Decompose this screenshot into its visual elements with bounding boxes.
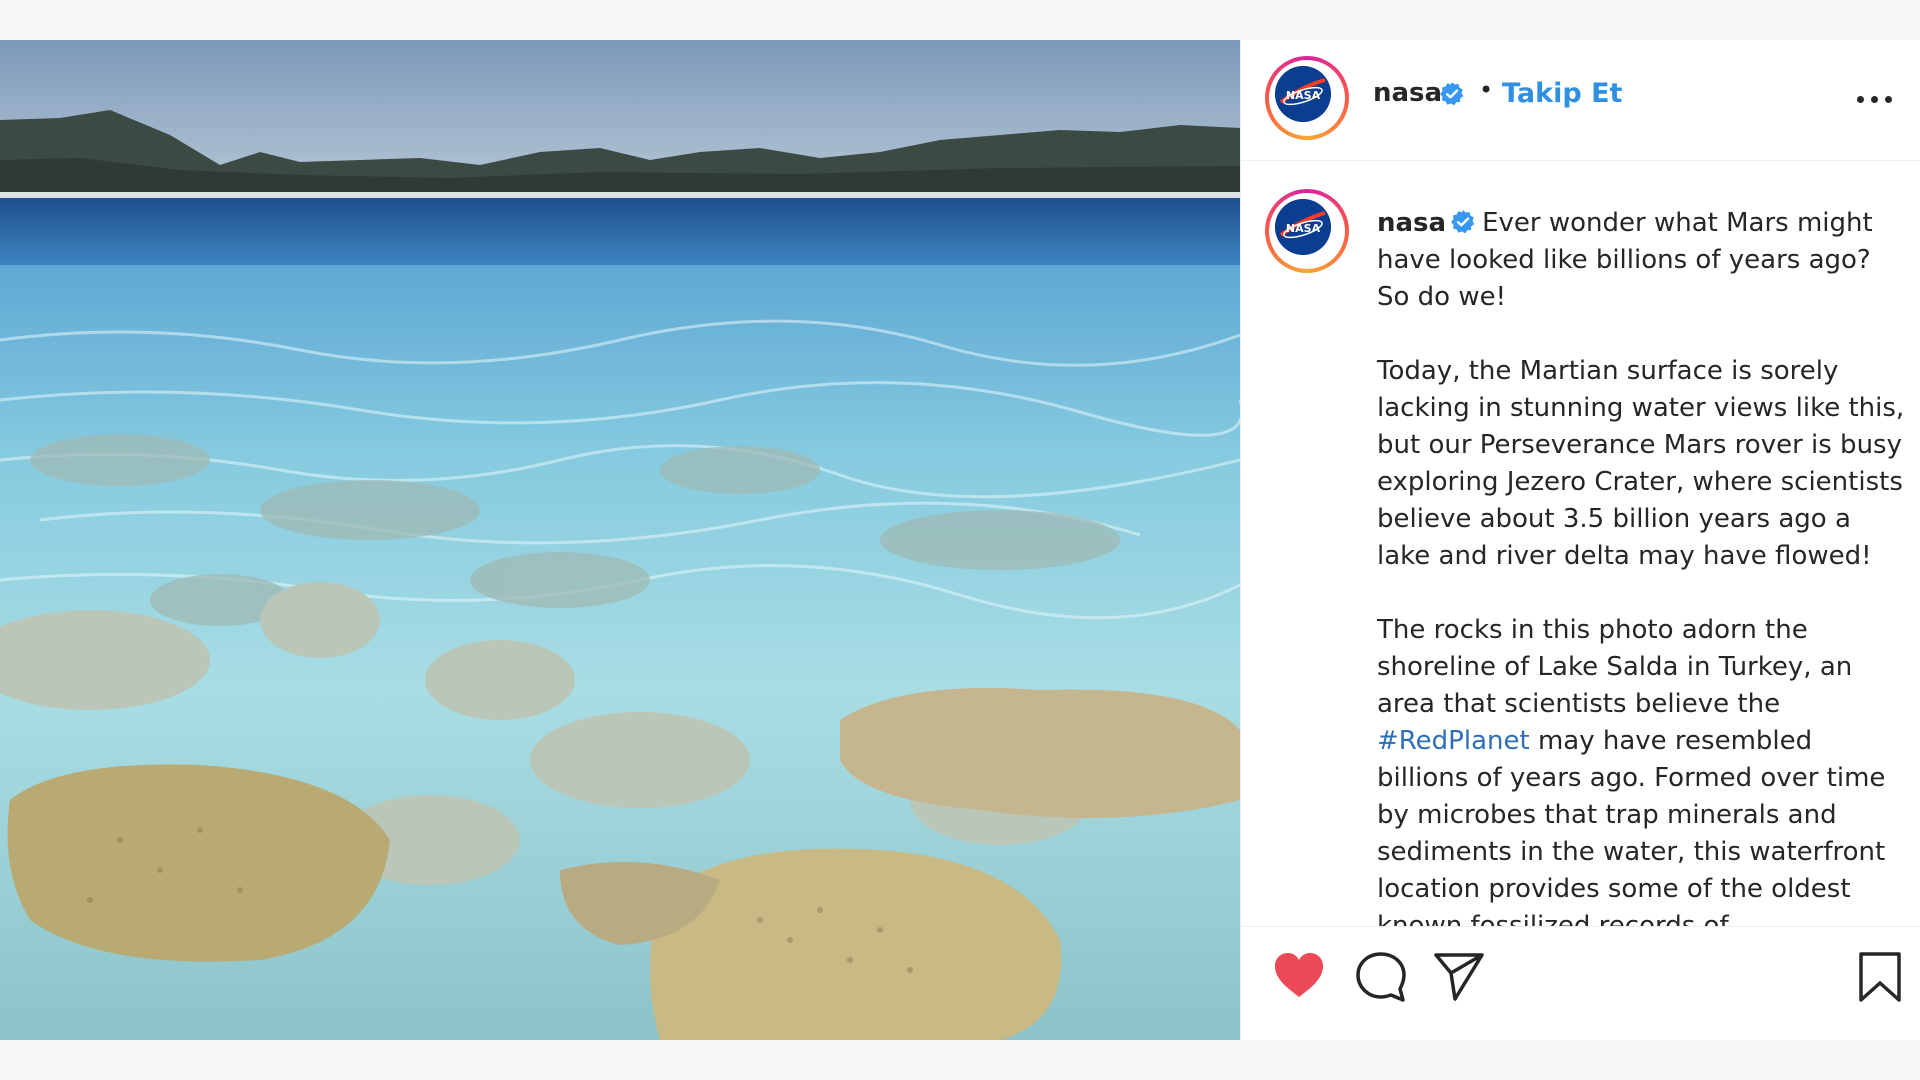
verified-badge-icon <box>1451 210 1475 234</box>
bookmark-icon[interactable] <box>1857 951 1903 1003</box>
follow-button[interactable]: Takip Et <box>1502 78 1622 109</box>
verified-badge-icon <box>1440 82 1464 106</box>
caption-paragraph-3-end: may have resembled billions of years ago… <box>1377 726 1886 926</box>
caption-avatar[interactable]: NASA <box>1265 189 1349 273</box>
caption-paragraph-2: Today, the Martian surface is sorely lac… <box>1377 356 1905 571</box>
action-bar <box>1241 926 1920 1041</box>
caption-username[interactable]: nasa <box>1377 208 1446 238</box>
comment-bubble-icon[interactable] <box>1355 951 1407 1003</box>
separator-dot: • <box>1479 76 1494 104</box>
more-horizontal-icon[interactable] <box>1857 92 1893 108</box>
caption-area[interactable]: NASA nasa Ever wonder what Mars might ha… <box>1241 161 1920 926</box>
paper-plane-icon[interactable] <box>1433 951 1485 1003</box>
caption-paragraph-3: The rocks in this photo adorn the shorel… <box>1377 612 1909 926</box>
post-username[interactable]: nasa <box>1373 78 1442 108</box>
post-detail-panel: NASA nasa • Takip Et NASA nasa Ever wond… <box>1240 40 1920 1040</box>
caption-paragraph-3-start: The rocks in this photo adorn the shorel… <box>1377 615 1853 719</box>
hashtag-link[interactable]: #RedPlanet <box>1377 726 1530 756</box>
heart-filled-icon[interactable] <box>1273 951 1325 999</box>
post-image[interactable] <box>0 40 1240 1040</box>
avatar[interactable]: NASA <box>1265 56 1349 140</box>
caption-text: nasa Ever wonder what Mars might have lo… <box>1377 205 1909 926</box>
svg-text:NASA: NASA <box>1286 222 1321 235</box>
nasa-logo-icon: NASA <box>1275 199 1331 255</box>
svg-text:NASA: NASA <box>1286 89 1321 102</box>
nasa-logo-icon: NASA <box>1275 66 1331 122</box>
post-header: NASA nasa • Takip Et <box>1241 40 1920 161</box>
caption-paragraph: nasa Ever wonder what Mars might have lo… <box>1377 205 1909 316</box>
